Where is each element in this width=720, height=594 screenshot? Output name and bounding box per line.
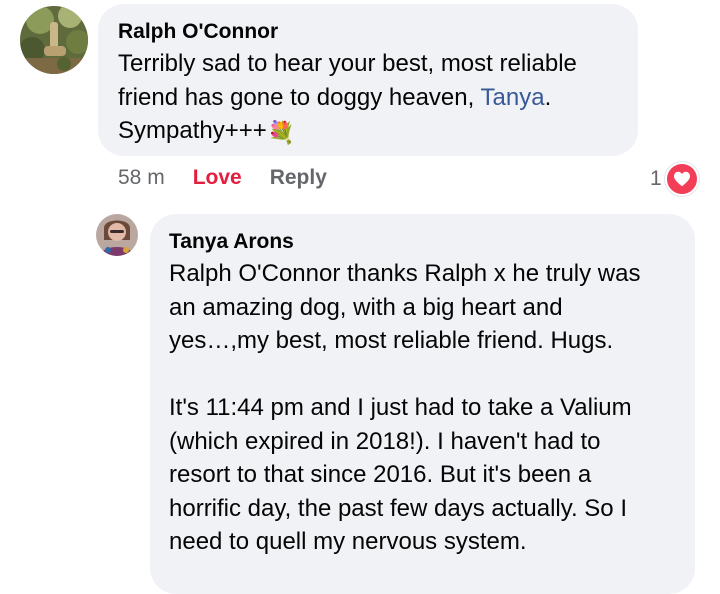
comment-actions: 58 m Love Reply <box>118 164 327 192</box>
reaction-summary[interactable]: 1 <box>650 162 699 196</box>
tanya-avatar[interactable] <box>96 214 138 256</box>
love-reaction-button[interactable]: Love <box>193 164 242 192</box>
reaction-count: 1 <box>650 167 662 190</box>
comment-bubble-ralph: Ralph O'Connor Terribly sad to hear your… <box>98 4 638 156</box>
mention-link[interactable]: Tanya <box>481 84 545 111</box>
comment-timestamp[interactable]: 58 m <box>118 164 165 192</box>
ralph-avatar[interactable] <box>20 6 88 74</box>
comment-bubble-tanya: Tanya Arons Ralph O'Connor thanks Ralph … <box>150 214 695 594</box>
comment-text: Terribly sad to hear your best, most rel… <box>118 47 618 150</box>
heart-icon <box>664 162 699 196</box>
bouquet-emoji: 💐 <box>267 120 296 145</box>
comment-text: Ralph O'Connor thanks Ralph x he truly w… <box>169 260 641 555</box>
reply-button[interactable]: Reply <box>270 164 327 192</box>
tanya-avatar-image <box>96 214 138 256</box>
comment-author[interactable]: Ralph O'Connor <box>118 18 618 45</box>
comment-author[interactable]: Tanya Arons <box>169 228 676 255</box>
ralph-avatar-image <box>20 6 88 74</box>
